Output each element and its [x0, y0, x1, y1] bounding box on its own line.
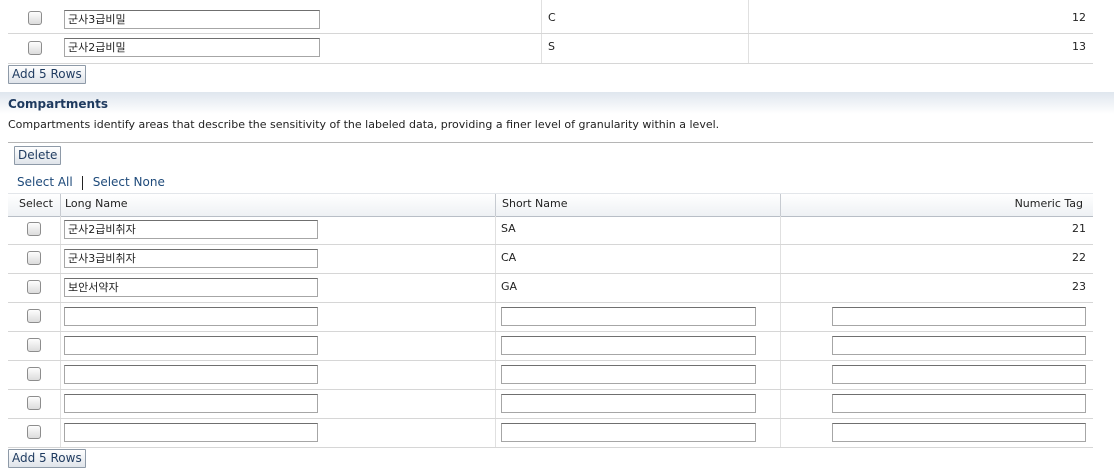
column-header-numeric-tag[interactable]: Numeric Tag [1015, 197, 1083, 210]
long-name-input[interactable] [64, 365, 318, 384]
link-separator [82, 176, 84, 190]
table-row-empty [8, 361, 1093, 390]
select-none-link[interactable]: Select None [93, 175, 165, 189]
table-row-empty [8, 419, 1093, 448]
long-name-input[interactable] [64, 423, 318, 442]
long-name-input[interactable]: 보안서약자 [64, 278, 318, 297]
short-name-value: GA [501, 280, 518, 293]
numeric-tag-input[interactable] [832, 307, 1086, 326]
table-row-empty [8, 390, 1093, 419]
long-name-input[interactable] [64, 307, 318, 326]
long-name-input[interactable] [64, 394, 318, 413]
short-name-value: SA [501, 222, 516, 235]
numeric-tag-value: 21 [1072, 222, 1086, 235]
long-name-input[interactable]: 군사3급비밀 [64, 10, 320, 29]
short-name-input[interactable] [501, 423, 756, 442]
short-name-input[interactable] [501, 336, 756, 355]
select-links: Select All Select None [17, 175, 165, 190]
row-select-checkbox[interactable] [28, 41, 42, 55]
long-name-input[interactable]: 군사3급비취자 [64, 249, 318, 268]
table-row: 군사3급비밀 C 12 [8, 0, 1093, 34]
add-rows-button[interactable]: Add 5 Rows [8, 449, 86, 468]
table-row-empty [8, 303, 1093, 332]
section-description: Compartments identify areas that describ… [8, 118, 720, 131]
section-band [0, 92, 1114, 114]
row-select-checkbox[interactable] [27, 367, 41, 381]
short-name-input[interactable] [501, 365, 756, 384]
row-select-checkbox[interactable] [27, 222, 41, 236]
row-select-checkbox[interactable] [28, 11, 42, 25]
table-row: 보안서약자 GA 23 [8, 274, 1093, 303]
table-row: 군사3급비취자 CA 22 [8, 245, 1093, 274]
row-select-checkbox[interactable] [27, 425, 41, 439]
long-name-input[interactable] [64, 336, 318, 355]
numeric-tag-input[interactable] [832, 365, 1086, 384]
numeric-tag-value: 22 [1072, 251, 1086, 264]
column-header-long-name[interactable]: Long Name [65, 197, 128, 210]
long-name-input[interactable]: 군사2급비취자 [64, 220, 318, 239]
table-header: Select Long Name Short Name Numeric Tag [8, 193, 1093, 217]
numeric-tag-input[interactable] [832, 423, 1086, 442]
row-select-checkbox[interactable] [27, 338, 41, 352]
short-name-input[interactable] [501, 307, 756, 326]
row-select-checkbox[interactable] [27, 396, 41, 410]
section-divider [8, 142, 1093, 143]
numeric-tag-value: 12 [1072, 11, 1086, 24]
long-name-input[interactable]: 군사2급비밀 [64, 38, 320, 57]
short-name-value: CA [501, 251, 517, 264]
row-select-checkbox[interactable] [27, 309, 41, 323]
short-name-value: C [548, 11, 556, 24]
delete-button[interactable]: Delete [14, 146, 62, 165]
row-select-checkbox[interactable] [27, 280, 41, 294]
column-header-select[interactable]: Select [19, 197, 53, 210]
table-row: 군사2급비밀 S 13 [8, 34, 1093, 64]
short-name-input[interactable] [501, 394, 756, 413]
select-all-link[interactable]: Select All [17, 175, 73, 189]
row-select-checkbox[interactable] [27, 251, 41, 265]
add-rows-button[interactable]: Add 5 Rows [8, 65, 86, 84]
numeric-tag-value: 23 [1072, 280, 1086, 293]
table-row-empty [8, 332, 1093, 361]
numeric-tag-input[interactable] [832, 336, 1086, 355]
column-header-short-name[interactable]: Short Name [502, 197, 567, 210]
numeric-tag-input[interactable] [832, 394, 1086, 413]
short-name-value: S [548, 40, 555, 53]
numeric-tag-value: 13 [1072, 40, 1086, 53]
section-title: Compartments [8, 97, 108, 111]
table-row: 군사2급비취자 SA 21 [8, 216, 1093, 245]
